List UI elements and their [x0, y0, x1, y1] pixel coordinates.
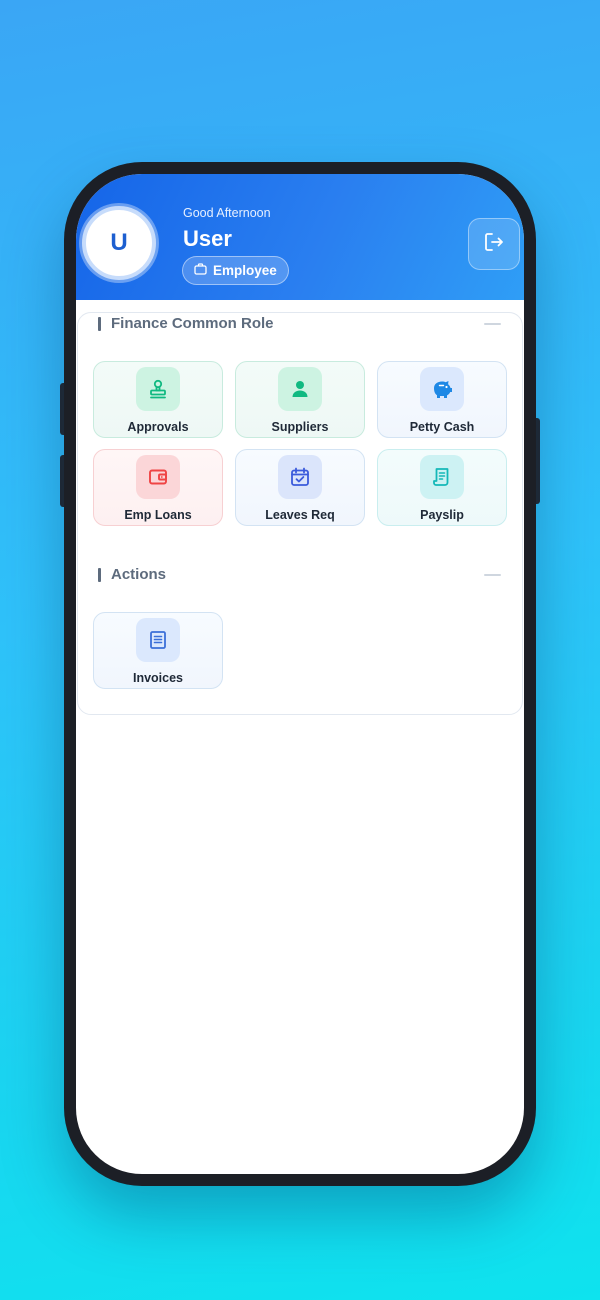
tile-label: Approvals [127, 420, 189, 434]
collapse-icon[interactable] [484, 574, 501, 576]
tile-approvals[interactable]: Approvals [93, 361, 223, 438]
tile-label: Emp Loans [124, 508, 192, 522]
tile-leaves-req[interactable]: Leaves Req [235, 449, 365, 526]
greeting-text: Good Afternoon [183, 206, 271, 220]
collapse-icon[interactable] [484, 323, 501, 325]
piggy-bank-icon [420, 367, 464, 411]
tile-label: Suppliers [271, 420, 329, 434]
tile-invoices[interactable]: Invoices [93, 612, 223, 689]
section-accent-bar [98, 316, 101, 331]
document-lines-icon [136, 618, 180, 662]
tile-petty-cash[interactable]: Petty Cash [377, 361, 507, 438]
role-label: Employee [213, 263, 277, 278]
section-title: Finance Common Role [111, 315, 274, 332]
app-screen: U Good Afternoon User Employee Finance C… [76, 174, 524, 1174]
section-title: Actions [111, 566, 167, 583]
tile-label: Payslip [420, 508, 464, 522]
tile-label: Leaves Req [265, 508, 335, 522]
section-header-finance[interactable]: Finance Common Role [98, 315, 274, 332]
section-accent-bar [98, 567, 101, 582]
person-icon [278, 367, 322, 411]
logout-icon [483, 231, 505, 258]
tile-suppliers[interactable]: Suppliers [235, 361, 365, 438]
role-badge: Employee [182, 256, 289, 285]
avatar[interactable]: U [82, 206, 156, 280]
logout-button[interactable] [468, 218, 520, 270]
section-header-actions[interactable]: Actions [98, 566, 166, 583]
user-name: User [183, 226, 232, 251]
tile-label: Invoices [132, 671, 184, 685]
tile-payslip[interactable]: Payslip [377, 449, 507, 526]
stamp-icon [136, 367, 180, 411]
profile-header: U Good Afternoon User Employee [76, 174, 524, 300]
tile-label: Petty Cash [409, 420, 475, 434]
receipt-icon [420, 455, 464, 499]
briefcase-icon [194, 263, 207, 278]
tile-emp-loans[interactable]: Emp Loans [93, 449, 223, 526]
calendar-check-icon [278, 455, 322, 499]
menu-panel: Finance Common Role Approvals Suppliers … [77, 312, 523, 715]
wallet-icon [136, 455, 180, 499]
